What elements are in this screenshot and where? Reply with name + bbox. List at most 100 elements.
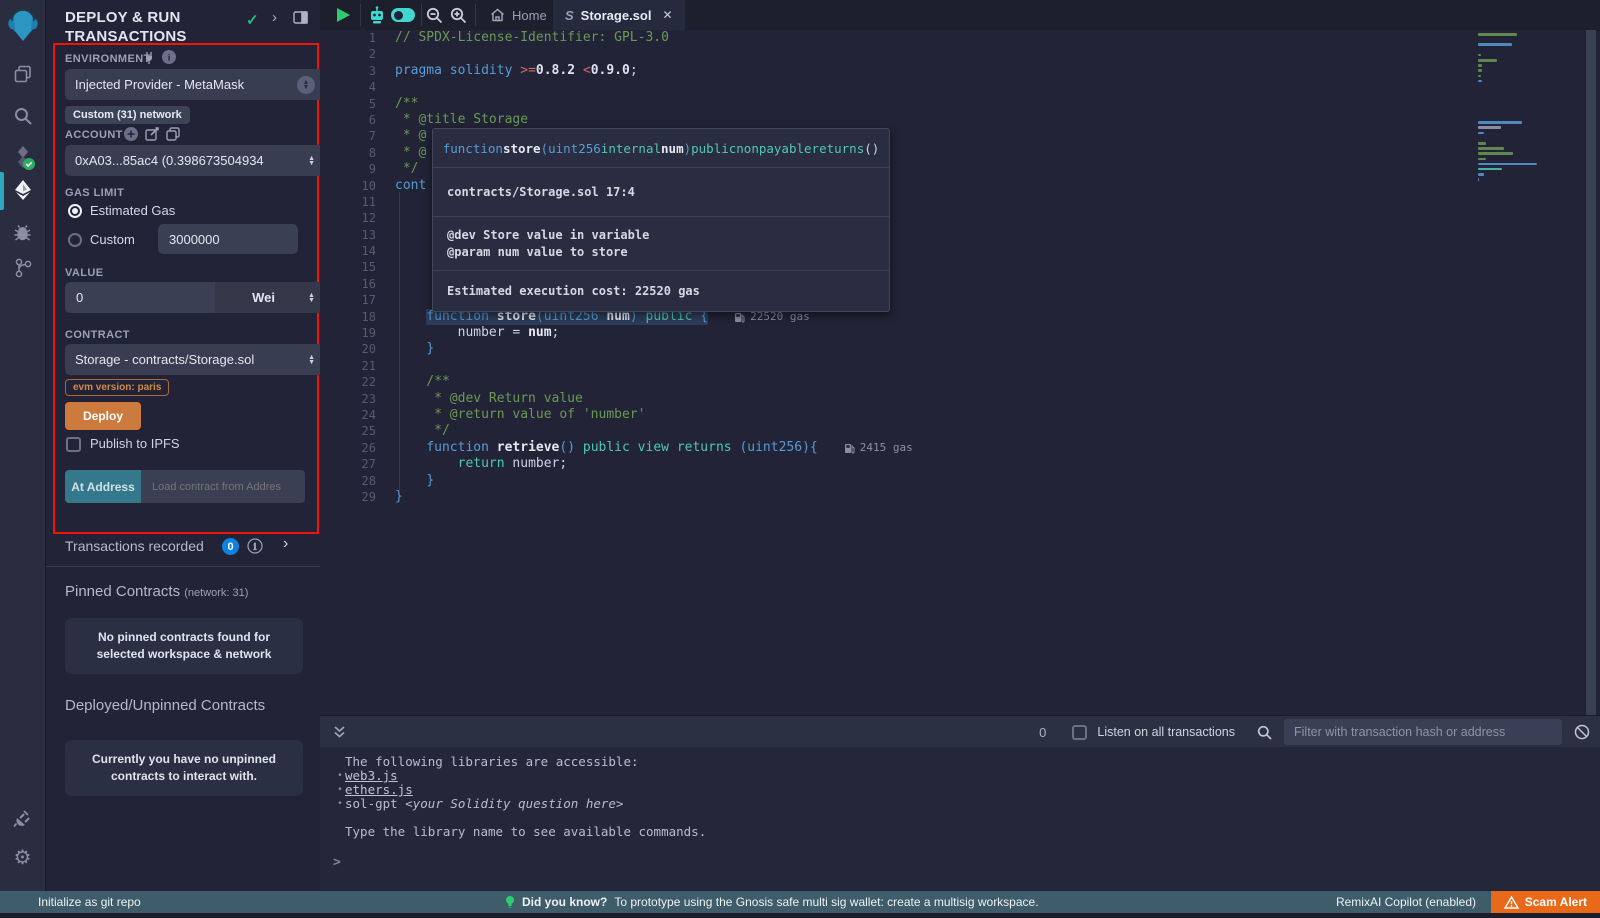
- sidebar-item-plugin-manager[interactable]: [0, 798, 45, 838]
- remix-logo-icon: [6, 8, 40, 44]
- zoom-out-icon[interactable]: [426, 7, 443, 24]
- code-line-23[interactable]: 23 * @dev Return value: [320, 391, 1588, 407]
- environment-info-icon[interactable]: i: [162, 50, 176, 64]
- code-token: 0.8.2: [536, 63, 575, 79]
- add-account-icon[interactable]: [124, 127, 138, 141]
- listen-transactions-checkbox[interactable]: [1072, 725, 1087, 740]
- deploy-run-panel: DEPLOY & RUN TRANSACTIONS ✓ › ENVIRONMEN…: [46, 0, 320, 891]
- at-address-button[interactable]: At Address: [65, 470, 141, 503]
- minimap-bar: [1478, 69, 1482, 72]
- code-line-6[interactable]: 6 * @title Storage: [320, 112, 1588, 128]
- environment-plug-icon[interactable]: [143, 51, 155, 64]
- code-line-5[interactable]: 5/**: [320, 96, 1588, 112]
- line-number: 20: [320, 341, 376, 357]
- chevron-updown-icon: ▲▼: [308, 355, 315, 365]
- terminal-line: •web3.js: [320, 769, 1600, 783]
- code-token: [669, 440, 677, 456]
- code-line-27[interactable]: 27 return number;: [320, 456, 1588, 472]
- terminal-italic-hint: <your Solidity question here>: [405, 797, 623, 811]
- code-line-24[interactable]: 24 * @return value of 'number': [320, 407, 1588, 423]
- code-text: * @: [376, 128, 426, 144]
- sidebar-item-search[interactable]: [0, 96, 45, 136]
- code-line-28[interactable]: 28 }: [320, 473, 1588, 489]
- custom-gas-radio[interactable]: [68, 233, 82, 247]
- transactions-info-icon[interactable]: i: [247, 538, 263, 554]
- editor-minimap[interactable]: [1478, 33, 1542, 183]
- code-text: [376, 46, 395, 62]
- code-line-19[interactable]: 19 number = num;: [320, 325, 1588, 341]
- deploy-button[interactable]: Deploy: [65, 402, 141, 430]
- terminal-link[interactable]: ethers.js: [345, 783, 413, 797]
- terminal-filter-input[interactable]: [1284, 719, 1562, 745]
- copy-account-icon[interactable]: [166, 127, 180, 141]
- estimated-gas-radio[interactable]: [68, 204, 82, 218]
- contract-select[interactable]: Storage - contracts/Storage.sol ▲▼: [65, 344, 325, 375]
- code-line-26[interactable]: 26 function retrieve() public view retur…: [320, 440, 1588, 456]
- divider: [421, 4, 422, 26]
- sidebar-item-deploy-and-run[interactable]: [0, 170, 45, 210]
- sidebar-item-file-explorer[interactable]: [0, 54, 45, 94]
- code-line-22[interactable]: 22 /**: [320, 374, 1588, 390]
- environment-select[interactable]: Injected Provider - MetaMask ▲▼: [65, 69, 325, 100]
- pinned-contracts-title: Pinned Contracts (network: 31): [65, 583, 248, 600]
- code-line-25[interactable]: 25 */: [320, 423, 1588, 439]
- code-token: store: [503, 141, 541, 156]
- unpinned-empty-message: Currently you have no unpinned contracts…: [65, 740, 303, 796]
- code-token: [732, 440, 740, 456]
- code-token: * @dev Return value: [395, 391, 583, 407]
- contract-value: Storage - contracts/Storage.sol: [75, 352, 254, 367]
- tab-home[interactable]: Home: [478, 0, 559, 30]
- ai-copilot-robot-icon[interactable]: [367, 5, 387, 25]
- code-token: [395, 456, 458, 472]
- close-tab-icon[interactable]: ✕: [662, 8, 672, 22]
- git-init-action[interactable]: Initialize as git repo: [38, 895, 141, 909]
- line-number: 26: [320, 440, 376, 456]
- account-select[interactable]: 0xA03...85ac4 (0.398673504934 ▲▼: [65, 145, 325, 176]
- code-token: ;: [552, 325, 560, 341]
- terminal-prompt[interactable]: >: [333, 855, 341, 870]
- scam-alert-button[interactable]: Scam Alert: [1491, 891, 1600, 913]
- publish-ipfs-checkbox[interactable]: [66, 437, 81, 452]
- code-token: [489, 440, 497, 456]
- sidebar-item-git[interactable]: [0, 248, 45, 288]
- code-line-3[interactable]: 3pragma solidity >=0.8.2 <0.9.0;: [320, 63, 1588, 79]
- zoom-in-icon[interactable]: [450, 7, 467, 24]
- value-input[interactable]: [65, 282, 215, 313]
- terminal-link[interactable]: web3.js: [345, 769, 398, 783]
- sidebar-item-debugger[interactable]: [0, 212, 45, 252]
- terminal-content[interactable]: The following libraries are accessible:•…: [320, 747, 1600, 891]
- value-unit-select[interactable]: Wei ▲▼: [215, 282, 325, 313]
- remix-logo[interactable]: [0, 4, 45, 48]
- code-line-29[interactable]: 29}: [320, 489, 1588, 505]
- code-line-20[interactable]: 20 }: [320, 341, 1588, 357]
- search-icon: [13, 106, 33, 126]
- code-line-21[interactable]: 21: [320, 358, 1588, 374]
- solidity-compiler-icon: [11, 145, 35, 171]
- terminal-collapse-icon[interactable]: [333, 725, 346, 739]
- run-script-play-button[interactable]: [337, 8, 350, 22]
- edit-account-icon[interactable]: [145, 127, 159, 141]
- evm-version-badge: evm version: paris: [65, 379, 169, 396]
- line-number: 10: [320, 178, 376, 194]
- code-line-4[interactable]: 4: [320, 79, 1588, 95]
- tab-storage-sol[interactable]: S Storage.sol ✕: [553, 0, 685, 30]
- code-token: return: [458, 456, 505, 472]
- editor-scrollbar[interactable]: [1586, 30, 1596, 715]
- code-line-1[interactable]: 1// SPDX-License-Identifier: GPL-3.0: [320, 30, 1588, 46]
- account-label: ACCOUNT: [65, 129, 123, 141]
- copilot-toggle[interactable]: [391, 8, 415, 22]
- custom-gas-input[interactable]: [158, 224, 298, 254]
- code-line-2[interactable]: 2: [320, 46, 1588, 62]
- code-token: num: [661, 141, 684, 156]
- terminal-line: •sol-gpt <your Solidity question here>: [320, 797, 1600, 811]
- minimap-bar: [1478, 142, 1486, 145]
- transactions-expand-chevron[interactable]: ›: [283, 535, 288, 553]
- at-address-input[interactable]: [141, 470, 305, 503]
- code-text: [376, 276, 395, 292]
- sidebar-item-settings[interactable]: ⚙: [0, 838, 45, 878]
- terminal-search-icon[interactable]: [1257, 725, 1272, 740]
- panel-chevron-icon[interactable]: ›: [272, 9, 277, 26]
- pin-panel-icon[interactable]: [293, 11, 308, 24]
- clear-terminal-icon[interactable]: [1574, 724, 1590, 740]
- minimap-bar: [1478, 33, 1517, 36]
